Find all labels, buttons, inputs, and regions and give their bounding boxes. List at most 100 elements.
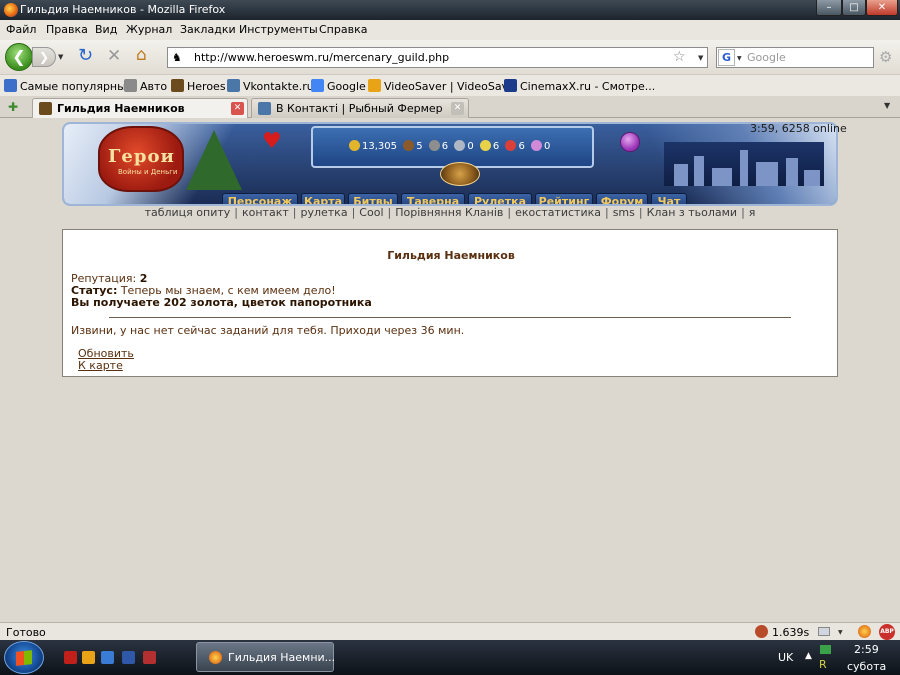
resource-ore: 6: [428, 140, 448, 152]
search-input[interactable]: Google: [747, 51, 786, 64]
tray-expand-icon[interactable]: ▲: [805, 651, 812, 661]
bookmark-star-icon[interactable]: ☆: [673, 49, 686, 65]
media-player-icon[interactable]: [82, 651, 95, 664]
start-button[interactable]: [4, 641, 44, 674]
sub-link[interactable]: екостатистика: [515, 206, 601, 219]
folder-icon: [124, 79, 137, 92]
dropdown-icon[interactable]: ▼: [838, 629, 843, 636]
menu-history[interactable]: Журнал: [126, 23, 172, 36]
network-icon[interactable]: [820, 645, 831, 654]
menu-bookmarks[interactable]: Закладки: [180, 23, 236, 36]
adblock-icon[interactable]: ABP: [879, 624, 895, 640]
clock-time[interactable]: 2:59: [854, 643, 879, 656]
sub-link[interactable]: контакт: [242, 206, 289, 219]
search-engine-icon[interactable]: G: [718, 49, 735, 66]
language-indicator[interactable]: UK: [778, 651, 793, 664]
bookmark-item[interactable]: Heroes: [171, 79, 226, 93]
url-bar[interactable]: ♞ http://www.heroeswm.ru/mercenary_guild…: [167, 47, 708, 68]
game-nav-tavern[interactable]: Таверна: [401, 193, 465, 204]
game-nav-roulette[interactable]: Рулетка: [468, 193, 532, 204]
close-button[interactable]: ✕: [866, 0, 898, 16]
gear-icon[interactable]: ⚙: [879, 48, 892, 66]
bookmark-item[interactable]: Авто: [124, 79, 167, 93]
navigation-toolbar: ❮ ❯ ▼ ↻ ✕ ⌂ ♞ http://www.heroeswm.ru/mer…: [0, 40, 900, 74]
tab-guild[interactable]: Гильдия Наемников ✕: [32, 98, 248, 119]
sub-link[interactable]: таблиця опиту: [145, 206, 231, 219]
opera-icon[interactable]: [64, 651, 77, 664]
guild-panel: Гильдия Наемников Репутация: 2 Статус: Т…: [62, 229, 838, 377]
reload-icon[interactable]: ↻: [78, 47, 93, 65]
bookmark-icon: [311, 79, 324, 92]
page-content: Герои Войны и Деньги ♥ 13,305 5 6 0 6 6 …: [0, 118, 900, 622]
bookmark-label: Самые популярные: [20, 80, 133, 93]
site-favicon-icon: ♞: [172, 51, 182, 64]
status-bar: Готово 1.639s ▼ ABP: [0, 622, 900, 640]
tab-vkontakte[interactable]: В Контакті | Рыбный Фермер ✕: [251, 98, 469, 118]
home-icon[interactable]: ⌂: [136, 46, 147, 64]
firefox-window: Гильдия Наемников - Mozilla Firefox – □ …: [0, 0, 900, 675]
bookmark-item[interactable]: Vkontakte.ru: [227, 79, 314, 93]
building-shape: [786, 158, 798, 186]
tray-app-icon[interactable]: R: [819, 659, 831, 671]
winter-city-image: [664, 142, 824, 186]
bookmark-item[interactable]: CinemaxX.ru - Смотре...: [504, 79, 655, 93]
separator: |: [387, 206, 392, 219]
sub-link[interactable]: Клан з тьолами: [647, 206, 737, 219]
maximize-button[interactable]: □: [842, 0, 866, 16]
tab-list-dropdown-icon[interactable]: ▼: [884, 101, 890, 110]
game-logo[interactable]: Герои: [108, 146, 175, 167]
back-button[interactable]: ❮: [5, 43, 33, 71]
taskbar-firefox-window[interactable]: Гильдия Наемни...: [196, 642, 335, 672]
menu-edit[interactable]: Правка: [46, 23, 88, 36]
sub-link[interactable]: sms: [613, 206, 635, 219]
menu-file[interactable]: Файл: [6, 23, 36, 36]
sub-link[interactable]: рулетка: [300, 206, 347, 219]
tab-close-icon[interactable]: ✕: [451, 102, 464, 115]
tab-close-icon[interactable]: ✕: [231, 102, 244, 115]
wood-icon: [403, 140, 415, 151]
stop-icon[interactable]: ✕: [107, 47, 121, 65]
building-shape: [804, 170, 820, 186]
menu-tools[interactable]: Инструменты: [239, 23, 318, 36]
menu-help[interactable]: Справка: [319, 23, 367, 36]
bookmark-item[interactable]: Самые популярные: [4, 79, 133, 93]
tab-favicon-icon: [258, 102, 271, 115]
game-nav-forum[interactable]: Форум: [596, 193, 648, 204]
calendar-icon[interactable]: [143, 651, 156, 664]
game-nav-character[interactable]: Персонаж: [222, 193, 298, 204]
forward-button[interactable]: ❯: [32, 47, 56, 67]
separator: |: [351, 206, 356, 219]
to-map-link[interactable]: К карте: [78, 359, 123, 372]
sub-link[interactable]: я: [749, 206, 756, 219]
menu-view[interactable]: Вид: [95, 23, 117, 36]
firefox-icon: [4, 3, 18, 17]
game-nav-chat[interactable]: Чат: [651, 193, 687, 204]
game-nav-rating[interactable]: Рейтинг: [535, 193, 593, 204]
resource-mercury: 0: [454, 140, 474, 152]
resource-gems: 0: [531, 140, 550, 152]
bookmark-item[interactable]: Google: [311, 79, 366, 93]
game-nav-map[interactable]: Карта: [301, 193, 345, 204]
heart-icon[interactable]: ♥: [262, 130, 282, 154]
url-text[interactable]: http://www.heroeswm.ru/mercenary_guild.p…: [194, 51, 449, 64]
history-dropdown-icon[interactable]: ▼: [58, 53, 63, 61]
new-tab-icon[interactable]: ✚: [8, 100, 18, 114]
url-dropdown-icon[interactable]: ▼: [698, 54, 703, 62]
ie-icon[interactable]: [101, 651, 114, 664]
search-bar[interactable]: G ▼ Google: [716, 47, 874, 68]
search-engine-dropdown-icon[interactable]: ▼: [737, 55, 742, 62]
monitor-icon[interactable]: [818, 627, 830, 636]
building-shape: [712, 168, 732, 186]
resource-row: 13,305 5 6 0 6 6 0: [349, 140, 553, 152]
firebug-icon[interactable]: [755, 625, 768, 638]
game-nav-battles[interactable]: Битвы: [348, 193, 398, 204]
sub-link[interactable]: Порівняння Кланів: [395, 206, 503, 219]
desktop-icon[interactable]: [122, 651, 135, 664]
tab-bar: ✚ Гильдия Наемников ✕ В Контакті | Рыбны…: [0, 96, 900, 119]
minimize-button[interactable]: –: [816, 0, 842, 16]
firefox-addon-icon[interactable]: [858, 625, 871, 638]
bookmark-item[interactable]: VideoSaver | VideoSav...: [368, 79, 518, 93]
sub-link[interactable]: Cool: [359, 206, 383, 219]
firefox-icon: [209, 651, 222, 664]
potion-icon[interactable]: [620, 132, 640, 152]
